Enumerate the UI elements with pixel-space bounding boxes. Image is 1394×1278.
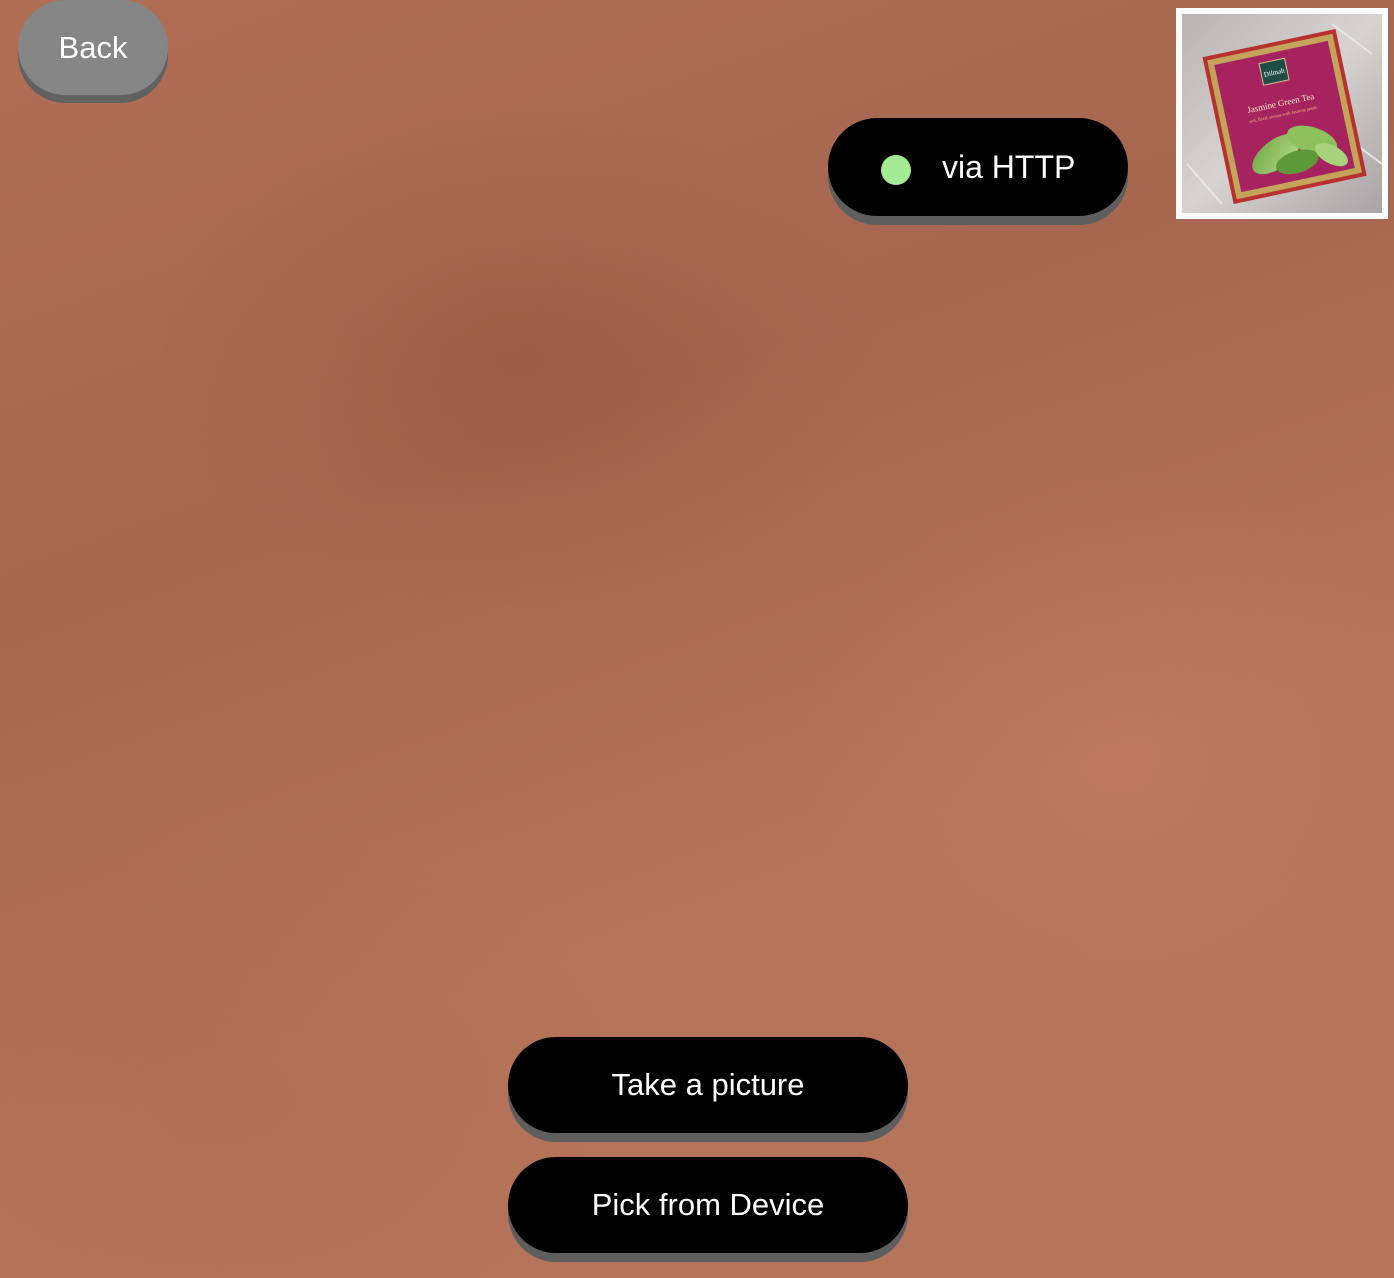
back-button[interactable]: Back xyxy=(18,0,168,95)
tea-packet-photo-icon: Dilmah Jasmine Green Tea soft, floral ar… xyxy=(1182,14,1382,213)
connection-label: via HTTP xyxy=(942,149,1076,185)
connection-status-button[interactable]: via HTTP xyxy=(828,118,1128,216)
take-picture-button[interactable]: Take a picture xyxy=(508,1037,908,1133)
last-photo-thumbnail[interactable]: Dilmah Jasmine Green Tea soft, floral ar… xyxy=(1176,8,1388,219)
status-indicator-icon xyxy=(881,155,911,185)
pick-from-device-button[interactable]: Pick from Device xyxy=(508,1157,908,1253)
camera-preview: Back via HTTP Dilmah Jasmine Green Tea s… xyxy=(0,0,1394,1278)
